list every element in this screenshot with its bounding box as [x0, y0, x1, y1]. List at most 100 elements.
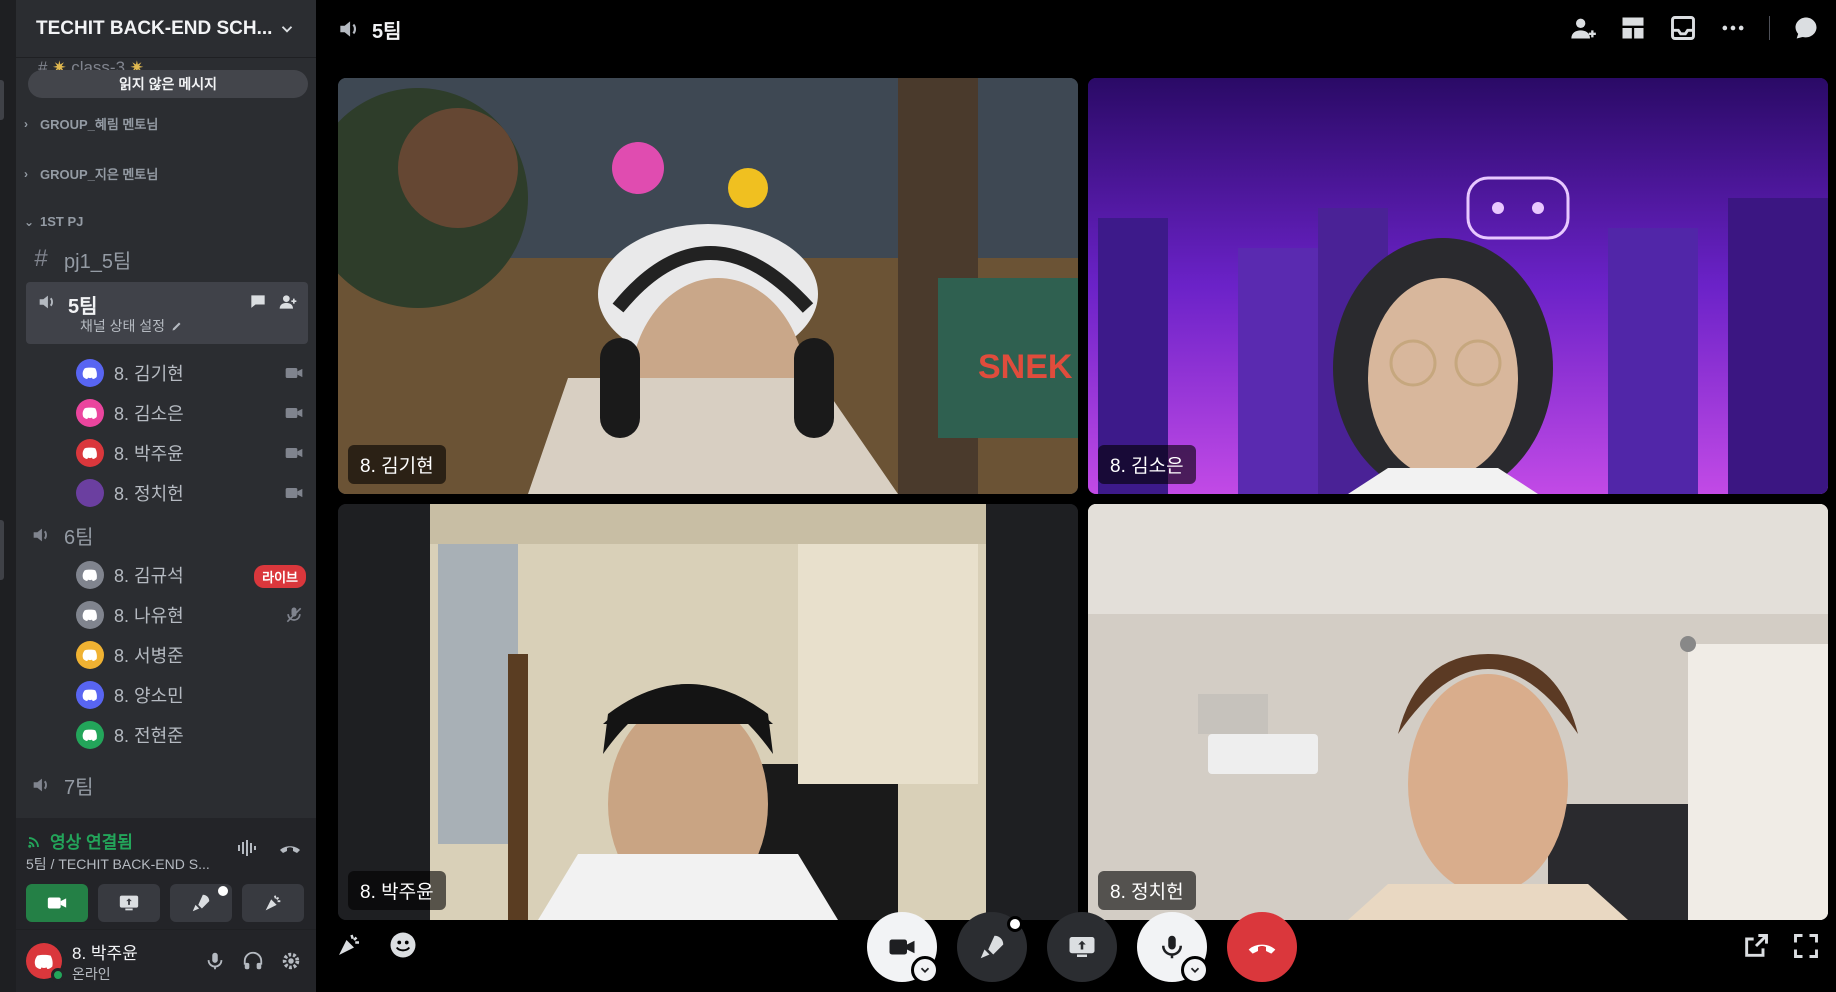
chat-bubble-icon[interactable]	[1792, 14, 1820, 42]
camera-icon	[889, 939, 915, 955]
user-panel: 8. 박주윤 온라인	[16, 930, 316, 992]
rocket-icon	[192, 894, 210, 912]
voice-member[interactable]: 8. 김규석 라이브	[76, 558, 316, 592]
chevron-right-icon: ›	[24, 166, 28, 181]
voice-member[interactable]: 8. 양소민	[76, 678, 316, 712]
category-group-hyerim[interactable]: › GROUP_혜림 멘토님	[24, 114, 158, 133]
camera-icon	[285, 408, 303, 418]
participant-name: 8. 박주윤	[348, 871, 446, 910]
discord-avatar-icon	[76, 601, 104, 629]
video-feed	[338, 504, 1078, 920]
voice-member[interactable]: 8. 김소은	[76, 396, 316, 430]
category-1st-pj[interactable]: ⌄ 1ST PJ	[24, 214, 83, 229]
member-name: 8. 양소민	[114, 686, 184, 706]
voice-channel-team7[interactable]: 7팀	[26, 770, 308, 800]
channel-status-setter[interactable]: 채널 상태 설정	[80, 316, 183, 336]
activities-button[interactable]	[170, 884, 232, 922]
camera-toggle-button[interactable]	[867, 912, 939, 984]
soundboard-icon[interactable]	[334, 930, 364, 960]
voice-member[interactable]: 8. 나유현	[76, 598, 316, 632]
member-name: 8. 전현준	[114, 726, 184, 746]
member-name: 8. 김기현	[114, 364, 184, 384]
user-status: 온라인	[72, 965, 111, 982]
call-header: 5팀	[316, 0, 1836, 58]
add-user-icon[interactable]	[1569, 14, 1597, 42]
voice-member[interactable]: 8. 정치헌	[76, 476, 316, 510]
discord-window: TECHIT BACK-END SCH... # ✷ class-3 ✷ 읽지 …	[0, 0, 1836, 992]
discord-avatar-icon	[76, 721, 104, 749]
channel-status-label: 채널 상태 설정	[80, 318, 166, 334]
member-name: 8. 정치헌	[114, 484, 184, 504]
unread-messages-pill[interactable]: 읽지 않은 메시지	[28, 70, 308, 98]
discord-avatar-icon	[76, 561, 104, 589]
channel-label: 6팀	[64, 526, 94, 549]
user-avatar	[76, 479, 104, 507]
voice-channel-name: 5팀	[68, 296, 98, 318]
gear-icon[interactable]	[280, 950, 302, 972]
voice-connection-panel: 영상 연결됨 5팀 / TECHIT BACK-END S...	[16, 818, 316, 930]
voice-member[interactable]: 8. 서병준	[76, 638, 316, 672]
server-name: TECHIT BACK-END SCH...	[36, 17, 273, 39]
emoji-icon[interactable]	[388, 930, 418, 960]
chat-bubble-icon[interactable]	[248, 292, 268, 312]
live-badge: 라이브	[254, 565, 306, 588]
voice-channel-team6[interactable]: 6팀	[26, 520, 308, 550]
disconnect-icon[interactable]	[278, 836, 302, 860]
noise-suppression-icon[interactable]	[236, 836, 260, 860]
server-pip	[0, 520, 4, 580]
channel-label: pj1_5팀	[64, 250, 132, 273]
chevron-down-icon[interactable]	[1181, 956, 1209, 984]
text-channel-pj1[interactable]: # pj1_5팀	[26, 244, 308, 274]
microphone-button[interactable]	[1137, 912, 1209, 984]
call-channel-title: 5팀	[372, 20, 402, 43]
channel-label: 7팀	[64, 776, 94, 799]
online-indicator	[51, 968, 65, 982]
camera-icon	[47, 897, 67, 909]
video-feed	[1088, 78, 1828, 494]
speaker-icon	[340, 21, 357, 37]
camera-toggle-button[interactable]	[26, 884, 88, 922]
fullscreen-icon[interactable]	[1792, 932, 1820, 960]
video-tile[interactable]: 8. 정치헌	[1088, 504, 1828, 920]
headphones-icon[interactable]	[242, 950, 264, 972]
pencil-icon	[172, 322, 181, 331]
voice-member[interactable]: 8. 박주윤	[76, 436, 316, 470]
muted-mic-icon	[286, 607, 302, 623]
notification-dot	[1007, 916, 1023, 932]
member-name: 8. 박주윤	[114, 444, 184, 464]
divider	[1769, 16, 1770, 40]
chevron-right-icon: ›	[24, 116, 28, 131]
category-label: GROUP_지은 멘토님	[40, 167, 159, 182]
video-tile[interactable]: 8. 박주윤	[338, 504, 1078, 920]
category-label: 1ST PJ	[40, 214, 84, 229]
video-tile[interactable]: SNEK 8. 김기현	[338, 78, 1078, 494]
screen-share-icon	[119, 895, 139, 911]
invite-user-icon[interactable]	[278, 292, 298, 312]
video-tile[interactable]: 8. 김소은	[1088, 78, 1828, 494]
server-header[interactable]: TECHIT BACK-END SCH...	[16, 0, 316, 58]
voice-member[interactable]: 8. 김기현	[76, 356, 316, 390]
screen-share-button[interactable]	[1047, 912, 1117, 982]
user-avatar[interactable]	[26, 943, 65, 982]
pop-out-icon[interactable]	[1742, 932, 1770, 960]
soundboard-button[interactable]	[242, 884, 304, 922]
video-call-area: 5팀 SNEK 8. 김기현 8. 김소은 8. 박주윤 8. 정치헌	[316, 0, 1836, 992]
category-group-jieun[interactable]: › GROUP_지은 멘토님	[24, 164, 158, 183]
category-label: GROUP_혜림 멘토님	[40, 117, 159, 132]
voice-member[interactable]: 8. 전현준	[76, 718, 316, 752]
chevron-down-icon[interactable]	[911, 956, 939, 984]
activities-button[interactable]	[957, 912, 1027, 982]
grid-layout-icon[interactable]	[1619, 14, 1647, 42]
voice-status[interactable]: 영상 연결됨	[26, 828, 133, 853]
discord-avatar-icon	[34, 954, 53, 969]
video-feed: SNEK	[338, 78, 1078, 494]
speaker-icon	[26, 523, 56, 547]
screen-share-button[interactable]	[98, 884, 160, 922]
voice-channel-team5[interactable]: 5팀 채널 상태 설정	[26, 282, 308, 344]
inbox-icon[interactable]	[1669, 14, 1697, 42]
microphone-icon[interactable]	[204, 950, 226, 972]
unread-pill-label: 읽지 않은 메시지	[119, 76, 217, 92]
leave-call-button[interactable]	[1227, 912, 1297, 982]
more-icon[interactable]	[1719, 14, 1747, 42]
call-controls	[316, 912, 1836, 992]
